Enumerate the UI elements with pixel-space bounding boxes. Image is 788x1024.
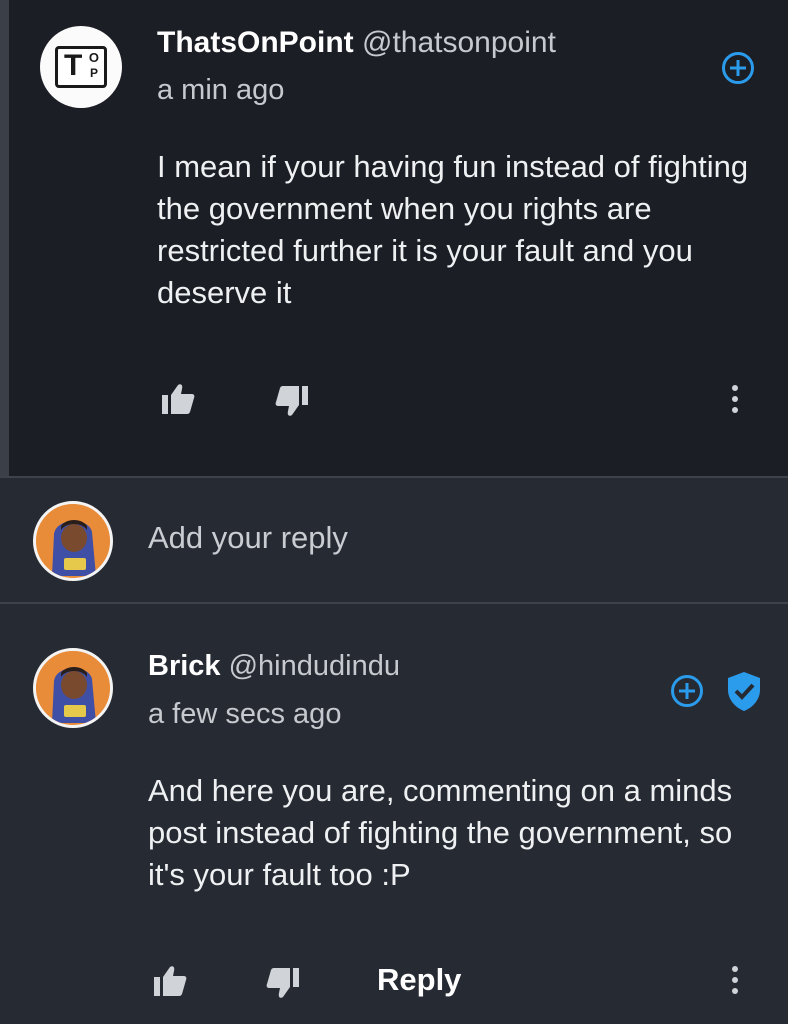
reply-input[interactable]: Add your reply [148,520,348,556]
divider [0,476,788,478]
thumbs-up-icon[interactable] [152,964,188,998]
brick-avatar-illustration [36,651,110,725]
author-display-name[interactable]: Brick [148,650,221,682]
logo-letter-p: P [89,66,98,80]
subscribe-plus-icon[interactable] [671,675,703,707]
author-handle[interactable]: @hindudindu [229,650,400,682]
thumbs-down-icon[interactable] [274,384,310,418]
current-user-avatar [33,501,113,581]
reply-text: And here you are, commenting on a minds … [148,773,733,892]
more-vertical-icon[interactable] [730,384,740,414]
brick-avatar-illustration [36,504,110,578]
avatar-thatsonpoint[interactable]: T O P [40,26,122,108]
verified-shield-icon [728,672,760,711]
thumbs-up-icon[interactable] [160,382,196,416]
reply-button[interactable]: Reply [377,962,461,998]
reply-author[interactable]: Brick @hindudindu [148,650,400,683]
reply-timestamp[interactable]: a few secs ago [148,698,341,731]
comment-author[interactable]: ThatsOnPoint @thatsonpoint [157,26,556,60]
subscribe-plus-icon[interactable] [722,52,754,84]
logo-letter-o: O [88,50,99,65]
thatsonpoint-logo: T O P [55,46,107,88]
author-display-name[interactable]: ThatsOnPoint [157,26,354,59]
divider [0,602,788,604]
author-handle[interactable]: @thatsonpoint [362,26,556,59]
thumbs-down-icon[interactable] [265,966,301,1000]
more-vertical-icon[interactable] [730,965,740,995]
avatar-brick[interactable] [33,648,113,728]
comment-text: I mean if your having fun instead of fig… [157,149,749,310]
logo-letter-t: T [64,49,83,82]
comment-timestamp[interactable]: a min ago [157,74,284,107]
